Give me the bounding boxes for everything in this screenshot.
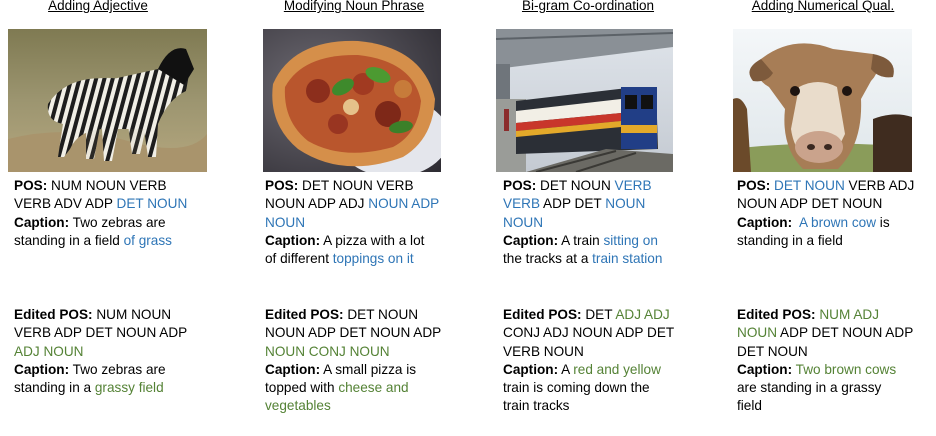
caption-label: Caption: [503, 232, 559, 248]
edited-pos-highlight: NUM ADJ [819, 307, 880, 322]
edited-caption-text: train tracks [503, 398, 570, 414]
pos-label: POS: [265, 178, 299, 193]
edited-pos-text: ADP DET NOUN ADP [777, 325, 914, 341]
pos-highlight: NOUN [605, 196, 646, 212]
caption-label: Caption: [14, 214, 70, 230]
caption-label: Caption: [737, 361, 793, 377]
column-heading: Adding Adjective [48, 0, 148, 13]
pos-label: POS: [14, 178, 48, 193]
column-heading: Adding Numerical Qual. [751, 0, 895, 13]
pos-block: POS: DET NOUN VERB NOUN ADP ADJ NOUN ADP… [265, 177, 439, 268]
edited-caption-text: train is coming down the [503, 380, 650, 396]
edited-caption-text: are standing in a grassy [737, 380, 882, 396]
pos-text: VERB ADJ [844, 178, 915, 193]
edited-pos-text: VERB ADP DET NOUN ADP [14, 325, 188, 341]
edited-pos-text: VERB NOUN [503, 343, 584, 359]
column-heading: Modifying Noun Phrase [283, 0, 425, 13]
edited-caption-highlight: Two brown cows [795, 361, 897, 377]
pos-highlight: DET NOUN [774, 178, 845, 193]
caption-text: is [876, 214, 890, 230]
edited-pos-highlight: NOUN CONJ NOUN [265, 343, 390, 359]
edited-caption-text: A small pizza is [323, 361, 417, 377]
edited-pos-highlight: ADJ ADJ [615, 307, 670, 322]
caption-highlight: of grass [123, 232, 172, 248]
pos-text: VERB ADV ADP [14, 196, 117, 212]
edited-pos-text: CONJ ADJ NOUN ADP DET [503, 325, 675, 341]
column-heading: Bi-gram Co-ordination [521, 0, 655, 13]
caption-highlight: A brown cow [798, 214, 877, 230]
pos-block: POS: DET NOUN VERB ADJ NOUN ADP DET NOUN… [737, 177, 914, 250]
caption-label: Caption: [14, 361, 70, 377]
pos-text: NOUN ADP ADJ [265, 196, 369, 212]
pos-highlight: NOUN [503, 214, 544, 230]
edited-caption-text: standing in a [14, 380, 95, 396]
edited-block: Edited POS: DET NOUN NOUN ADP DET NOUN A… [265, 306, 441, 416]
edited-pos-highlight: NOUN [737, 325, 778, 341]
train-photo [496, 29, 673, 172]
caption-text: Two zebras are [72, 214, 166, 230]
caption-text: standing in a field [737, 232, 843, 248]
pos-text: DET NOUN VERB [302, 178, 414, 193]
pos-text: NUM NOUN VERB [51, 178, 167, 193]
edited-pos-label: Edited POS: [737, 307, 816, 322]
edited-pos-label: Edited POS: [265, 307, 344, 322]
caption-highlight: train station [592, 251, 663, 267]
caption-text: the tracks at a [503, 251, 593, 267]
edited-caption-text: field [737, 398, 762, 414]
edited-pos-highlight: ADJ NOUN [14, 343, 84, 359]
edited-pos-text: DET [585, 307, 616, 322]
edited-caption-text: topped with [265, 380, 339, 396]
pos-highlight: DET NOUN [116, 196, 188, 212]
pos-label: POS: [503, 178, 537, 193]
edited-pos-label: Edited POS: [14, 307, 93, 322]
caption-label: Caption: [265, 361, 321, 377]
caption-text: of different [265, 251, 333, 267]
caption-label: Caption: [737, 214, 793, 230]
pos-highlight: VERB [614, 178, 652, 193]
edited-pos-text: NUM NOUN [96, 307, 172, 322]
caption-text: A train [561, 232, 604, 248]
caption-highlight: toppings on it [332, 251, 414, 267]
edited-caption-highlight: cheese and [338, 380, 409, 396]
edited-block: Edited POS: NUM ADJ NOUN ADP DET NOUN AD… [737, 306, 913, 416]
zebras-photo [8, 29, 207, 172]
pos-text: DET NOUN [540, 178, 615, 193]
caption-label: Caption: [265, 232, 321, 248]
edited-caption-highlight: red and yellow [573, 361, 661, 377]
edited-block: Edited POS: DET ADJ ADJ CONJ ADJ NOUN AD… [503, 306, 674, 416]
edited-caption-highlight: vegetables [265, 398, 331, 414]
edited-caption-text: A [561, 361, 574, 377]
pos-text: ADP DET [540, 196, 606, 212]
edited-pos-label: Edited POS: [503, 307, 582, 322]
pizza-photo [263, 29, 441, 172]
caption-label: Caption: [503, 361, 559, 377]
pos-block: POS: NUM NOUN VERB VERB ADV ADP DET NOUN… [14, 177, 187, 250]
pos-label: POS: [737, 178, 771, 193]
caption-text: standing in a field [14, 232, 124, 248]
pos-text: NOUN ADP DET NOUN [737, 196, 883, 212]
edited-caption-text: Two zebras are [72, 361, 166, 377]
edited-pos-text: NOUN ADP DET NOUN ADP [265, 325, 442, 341]
edited-pos-text: DET NOUN [737, 343, 808, 359]
caption-highlight: sitting on [603, 232, 658, 248]
cow-photo [733, 29, 912, 172]
edited-block: Edited POS: NUM NOUN VERB ADP DET NOUN A… [14, 306, 187, 397]
pos-block: POS: DET NOUN VERB VERB ADP DET NOUN NOU… [503, 177, 662, 268]
edited-caption-highlight: grassy field [94, 380, 164, 396]
edited-pos-text: DET NOUN [347, 307, 419, 322]
pos-highlight: NOUN [265, 214, 306, 230]
pos-highlight: VERB [503, 196, 541, 212]
caption-text: A pizza with a lot [323, 232, 425, 248]
pos-highlight: NOUN ADP [368, 196, 440, 212]
